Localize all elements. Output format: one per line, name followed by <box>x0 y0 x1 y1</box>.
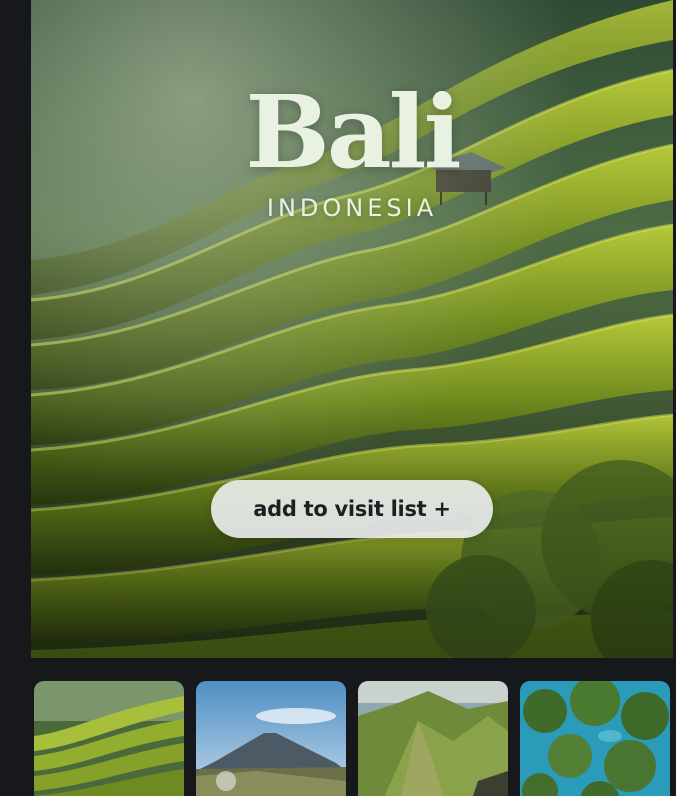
destination-title: Bali <box>245 73 461 191</box>
thumbnail-strip <box>0 681 676 796</box>
add-to-visit-list-button[interactable]: add to visit list + <box>211 480 493 538</box>
thumbnail-mountain-coast[interactable] <box>358 681 508 796</box>
volcano-thumbnail-image <box>196 681 346 796</box>
thumbnail-island-lagoon[interactable] <box>520 681 670 796</box>
thumbnail-volcano[interactable] <box>196 681 346 796</box>
destination-country: INDONESIA <box>266 194 438 222</box>
destination-page: Bali INDONESIA add to visit list + <box>0 0 676 796</box>
thumbnail-rice-terraces[interactable] <box>34 681 184 796</box>
mountain-coast-thumbnail-image <box>358 681 508 796</box>
rice-terraces-thumbnail-image <box>34 681 184 796</box>
hero-banner: Bali INDONESIA add to visit list + <box>31 0 673 658</box>
island-lagoon-thumbnail-image <box>520 681 670 796</box>
